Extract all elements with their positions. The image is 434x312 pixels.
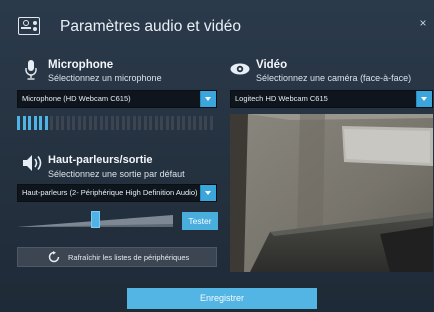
- speakers-subheading: Sélectionnez une sortie par défaut: [48, 169, 185, 179]
- speaker-select-value: Haut-parleurs (2- Périphérique High Defi…: [22, 188, 198, 197]
- speaker-volume-slider[interactable]: [17, 211, 173, 231]
- level-meter-bar: [66, 116, 70, 130]
- level-meter-bar: [83, 116, 86, 130]
- level-meter-bar: [160, 116, 163, 130]
- speaker-select[interactable]: Haut-parleurs (2- Périphérique High Defi…: [17, 184, 217, 202]
- level-meter-bar: [39, 116, 42, 130]
- chevron-down-icon[interactable]: [416, 91, 432, 107]
- camera-preview: [230, 114, 433, 272]
- microphone-subheading: Sélectionnez un microphone: [48, 73, 162, 83]
- audio-video-settings-icon: [18, 17, 40, 35]
- test-speakers-button[interactable]: Tester: [182, 212, 218, 230]
- level-meter-bar: [116, 116, 119, 130]
- level-meter-bar: [121, 116, 125, 130]
- microphone-level-meter: [17, 116, 217, 130]
- camera-select[interactable]: Logitech HD Webcam C615: [230, 90, 433, 108]
- dialog-header: Paramètres audio et vidéo ×: [0, 0, 434, 50]
- level-meter-bar: [33, 116, 37, 130]
- chevron-down-icon[interactable]: [200, 185, 216, 201]
- level-meter-bar: [198, 116, 202, 130]
- chevron-down-icon[interactable]: [200, 91, 216, 107]
- level-meter-bar: [28, 116, 31, 130]
- level-meter-bar: [149, 116, 152, 130]
- level-meter-bar: [165, 116, 169, 130]
- volume-slider-thumb[interactable]: [91, 211, 100, 228]
- level-meter-bar: [171, 116, 174, 130]
- level-meter-bar: [193, 116, 196, 130]
- camera-preview-image: [230, 114, 433, 272]
- level-meter-bar: [50, 116, 53, 130]
- level-meter-bar: [61, 116, 64, 130]
- level-meter-bar: [132, 116, 136, 130]
- close-icon[interactable]: ×: [418, 17, 428, 29]
- audio-video-settings-dialog: Paramètres audio et vidéo × Microphone S…: [0, 0, 434, 312]
- level-meter-bar: [17, 116, 20, 130]
- level-meter-bar: [154, 116, 158, 130]
- level-meter-bar: [94, 116, 97, 130]
- level-meter-bar: [143, 116, 147, 130]
- microphone-select[interactable]: Microphone (HD Webcam C615): [17, 90, 217, 108]
- refresh-devices-label: Rafraîchir les listes de périphériques: [68, 253, 190, 262]
- level-meter-bar: [77, 116, 81, 130]
- save-button[interactable]: Enregistrer: [127, 288, 317, 309]
- refresh-devices-button[interactable]: Rafraîchir les listes de périphériques: [17, 247, 217, 267]
- level-meter-bar: [209, 116, 213, 130]
- level-meter-bar: [127, 116, 130, 130]
- speaker-icon: [23, 155, 42, 171]
- speakers-heading: Haut-parleurs/sortie: [48, 154, 153, 166]
- microphone-icon: [25, 60, 37, 80]
- level-meter-bar: [99, 116, 103, 130]
- level-meter-bar: [55, 116, 59, 130]
- level-meter-bar: [22, 116, 26, 130]
- level-meter-bar: [44, 116, 48, 130]
- refresh-icon: [48, 251, 60, 263]
- level-meter-bar: [187, 116, 191, 130]
- microphone-select-value: Microphone (HD Webcam C615): [22, 94, 131, 103]
- level-meter-bar: [72, 116, 75, 130]
- level-meter-bar: [88, 116, 92, 130]
- level-meter-bar: [204, 116, 207, 130]
- video-subheading: Sélectionnez une caméra (face-à-face): [256, 73, 412, 83]
- video-heading: Vidéo: [256, 59, 288, 71]
- camera-select-value: Logitech HD Webcam C615: [235, 94, 328, 103]
- level-meter-bar: [182, 116, 185, 130]
- level-meter-bar: [138, 116, 141, 130]
- level-meter-bar: [110, 116, 114, 130]
- dialog-title: Paramètres audio et vidéo: [60, 18, 241, 35]
- camera-eye-icon: [230, 63, 250, 75]
- level-meter-bar: [176, 116, 180, 130]
- level-meter-bar: [105, 116, 108, 130]
- microphone-heading: Microphone: [48, 59, 114, 71]
